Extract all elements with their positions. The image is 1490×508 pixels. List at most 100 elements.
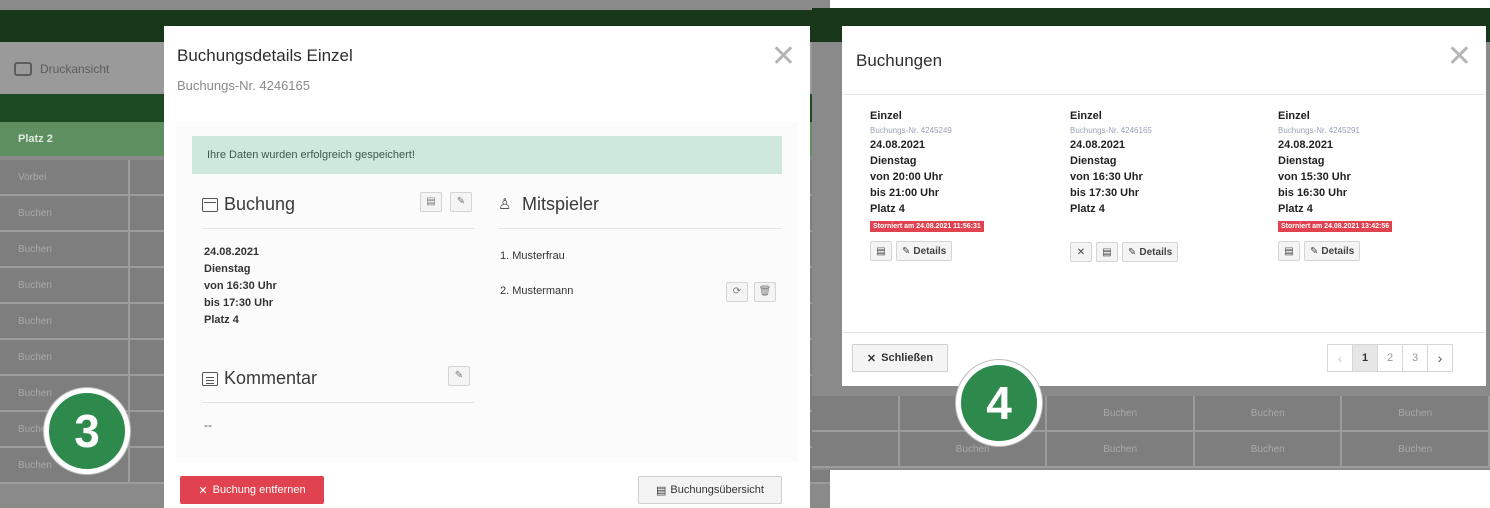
details-label: Details xyxy=(913,245,947,257)
page-button[interactable]: 2 xyxy=(1377,344,1403,372)
booking-overview-label: Buchungsübersicht xyxy=(670,484,764,496)
divider xyxy=(498,228,782,229)
calendar-icon xyxy=(202,197,218,212)
booking-number[interactable]: Buchungs-Nr. 4245249 xyxy=(870,126,1050,135)
slot-label: Buchen xyxy=(18,352,52,363)
comment-text: -- xyxy=(204,418,212,432)
booking-day: Dienstag xyxy=(1070,155,1117,167)
divider xyxy=(202,228,474,229)
print-view-button[interactable]: Druckansicht xyxy=(14,60,109,78)
slot-cell[interactable]: Buchen xyxy=(1342,396,1490,430)
booking-number[interactable]: Buchungs-Nr. 4246165 xyxy=(1070,126,1250,135)
modal-title: Buchungen xyxy=(856,51,943,70)
slot-cell[interactable]: Buchen xyxy=(1047,432,1195,466)
cancel-booking-button[interactable]: ✕ xyxy=(1070,242,1092,262)
pagination: ‹ 1 2 3 › xyxy=(1327,344,1453,372)
delete-player-button[interactable]: 🗑 xyxy=(754,282,776,302)
printer-icon xyxy=(14,62,32,76)
slot-cell[interactable]: Buchen xyxy=(1195,432,1343,466)
remove-booking-label: Buchung entfernen xyxy=(212,484,306,496)
details-button[interactable]: ✎ Details xyxy=(1122,242,1179,262)
booking-day: Dienstag xyxy=(870,155,917,167)
booking-section-title: Buchung xyxy=(202,194,295,215)
booking-from: von 16:30 Uhr xyxy=(204,280,277,292)
slot-cell[interactable]: Buchen xyxy=(1047,396,1195,430)
slot-cell[interactable] xyxy=(812,432,900,466)
success-alert: Ihre Daten wurden erfolgreich gespeicher… xyxy=(192,136,782,174)
booking-date: 24.08.2021 xyxy=(870,139,926,151)
cancelled-badge: Storniert am 24.08.2021 13:42:56 xyxy=(1278,221,1393,232)
step-badge-4: 4 xyxy=(956,360,1042,446)
divider xyxy=(842,332,1486,333)
comment-section-title: Kommentar xyxy=(202,368,317,389)
slot-cell[interactable] xyxy=(812,396,900,430)
users-icon: ♙ xyxy=(498,195,512,213)
booking-court: Platz 4 xyxy=(1278,203,1313,215)
booking-number[interactable]: Buchungs-Nr. 4245291 xyxy=(1278,126,1458,135)
next-page-button[interactable]: › xyxy=(1427,344,1453,372)
print-view-label: Druckansicht xyxy=(40,62,110,76)
booking-court: Platz 4 xyxy=(1070,203,1105,215)
players-title-text: Mitspieler xyxy=(522,194,600,214)
booking-day: Dienstag xyxy=(1278,155,1325,167)
close-icon[interactable]: ✕ xyxy=(771,42,796,72)
slot-label: Buchen xyxy=(18,316,52,327)
replace-player-button[interactable]: ⟳ xyxy=(726,282,748,302)
booking-date: 24.08.2021 xyxy=(1070,139,1126,151)
page-button[interactable]: 1 xyxy=(1352,344,1378,372)
close-icon[interactable]: ✕ xyxy=(1447,42,1472,72)
slot-label: Vorbei xyxy=(18,172,47,183)
bookings-modal: Buchungen ✕ Einzel Buchungs-Nr. 4245249 … xyxy=(842,26,1486,386)
document-icon xyxy=(202,371,218,386)
booking-date: 24.08.2021 xyxy=(1278,139,1334,151)
details-icon-button[interactable]: ▤ xyxy=(420,192,442,212)
slot-label: Buchen xyxy=(18,280,52,291)
slot-label: Buchen xyxy=(18,460,52,471)
details-icon-button[interactable]: ▤ xyxy=(1096,242,1118,262)
details-button[interactable]: ✎ Details xyxy=(1304,241,1361,261)
booking-type: Einzel xyxy=(1070,110,1102,122)
booking-type: Einzel xyxy=(870,110,902,122)
prev-page-button[interactable]: ‹ xyxy=(1327,344,1353,372)
edit-booking-button[interactable]: ✎ xyxy=(450,192,472,212)
booking-to: bis 16:30 Uhr xyxy=(1278,187,1348,199)
booking-card: Einzel Buchungs-Nr. 4245291 24.08.2021 D… xyxy=(1278,110,1458,261)
close-icon: ✕ xyxy=(198,484,208,497)
booking-details-modal: Buchungsdetails Einzel Buchungs-Nr. 4246… xyxy=(164,26,810,508)
page-button[interactable]: 3 xyxy=(1402,344,1428,372)
slot-row: Buchen Buchen Buchen Buchen xyxy=(812,396,1490,432)
close-button[interactable]: ✕ Schließen xyxy=(852,344,948,372)
cancelled-badge: Storniert am 24.08.2021 11:56:31 xyxy=(870,221,984,232)
step-badge-3: 3 xyxy=(44,388,130,474)
slot-cell[interactable]: Buchen xyxy=(1195,396,1343,430)
details-button[interactable]: ✎ Details xyxy=(896,241,953,261)
close-label: Schließen xyxy=(881,352,934,364)
booking-from: von 16:30 Uhr xyxy=(1070,171,1143,183)
list-icon: ▤ xyxy=(656,484,667,497)
pencil-icon: ✎ xyxy=(902,245,911,257)
booking-from: von 20:00 Uhr xyxy=(870,171,943,183)
booking-court: Platz 4 xyxy=(870,203,905,215)
slot-cell[interactable]: Buchen xyxy=(1342,432,1490,466)
slot-row: Buchen Buchen Buchen Buchen xyxy=(812,432,1490,468)
players-section-title: ♙ Mitspieler xyxy=(498,194,599,215)
edit-comment-button[interactable]: ✎ xyxy=(448,366,470,386)
booking-date: 24.08.2021 xyxy=(204,246,260,258)
booking-title-text: Buchung xyxy=(224,194,296,214)
player-item: 2. Mustermann xyxy=(500,285,574,297)
booking-from: von 15:30 Uhr xyxy=(1278,171,1351,183)
pencil-icon: ✎ xyxy=(1310,245,1319,257)
court-label: Platz 2 xyxy=(18,133,53,145)
booking-overview-button[interactable]: ▤ Buchungsübersicht xyxy=(638,476,782,504)
booking-to: bis 17:30 Uhr xyxy=(1070,187,1140,199)
player-item: 1. Musterfrau xyxy=(500,250,565,262)
booking-to: bis 17:30 Uhr xyxy=(204,297,274,309)
details-icon-button[interactable]: ▤ xyxy=(1278,241,1300,261)
booking-card: Einzel Buchungs-Nr. 4245249 24.08.2021 D… xyxy=(870,110,1050,261)
booking-number: Buchungs-Nr. 4246165 xyxy=(177,78,310,93)
details-label: Details xyxy=(1321,245,1355,257)
details-label: Details xyxy=(1139,246,1173,258)
booking-details: 24.08.2021 Dienstag von 16:30 Uhr bis 17… xyxy=(204,244,277,329)
details-icon-button[interactable]: ▤ xyxy=(870,241,892,261)
remove-booking-button[interactable]: ✕ Buchung entfernen xyxy=(180,476,324,504)
